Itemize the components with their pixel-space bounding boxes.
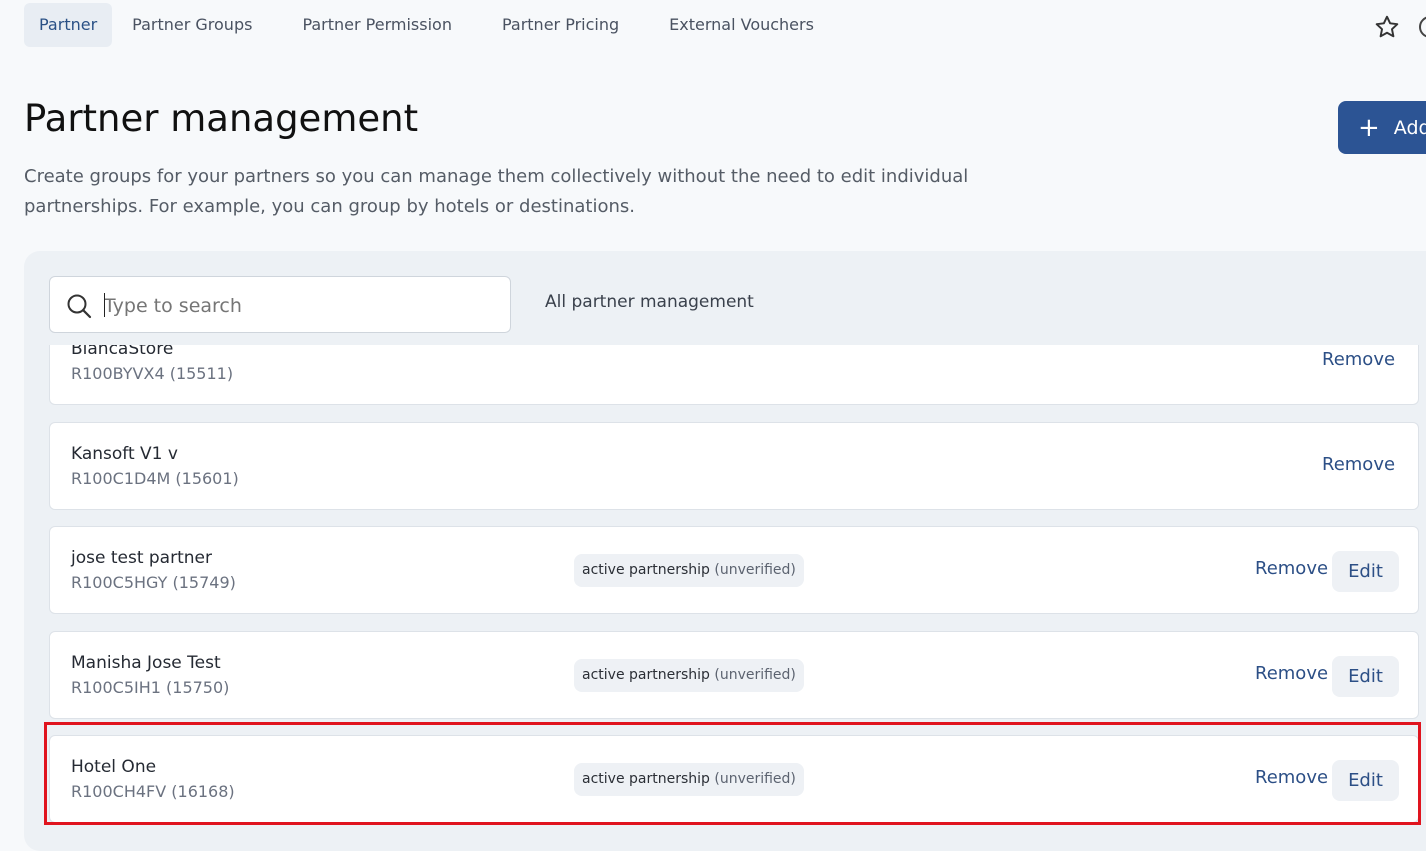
list-item: BlancaStore R100BYVX4 (15511) Remove [49,345,1419,405]
add-button-label: Add [1393,116,1426,139]
top-tabs: Partner Partner Groups Partner Permissio… [24,3,849,47]
page-title: Partner management [24,97,419,140]
partner-list-panel: All partner management BlancaStore R100B… [24,251,1426,851]
tab-partner-pricing[interactable]: Partner Pricing [487,3,634,47]
tab-partner-permission[interactable]: Partner Permission [287,3,467,47]
partner-code: R100BYVX4 (15511) [71,364,234,383]
edit-button[interactable]: Edit [1332,551,1399,592]
partner-list: BlancaStore R100BYVX4 (15511) Remove Kan… [49,345,1421,851]
edit-button[interactable]: Edit [1332,656,1399,697]
list-item: Manisha Jose Test R100C5IH1 (15750) acti… [49,631,1419,719]
list-item: Hotel One R100CH4FV (16168) active partn… [49,735,1419,823]
remove-button[interactable]: Remove [1322,454,1395,475]
remove-button[interactable]: Remove [1322,349,1395,370]
partner-code: R100C5IH1 (15750) [71,678,230,697]
tab-partner-groups[interactable]: Partner Groups [117,3,267,47]
status-badge-sub: (unverified) [714,667,796,683]
status-badge-sub: (unverified) [714,562,796,578]
add-button[interactable]: + Add [1338,101,1426,154]
list-item: jose test partner R100C5HGY (15749) acti… [49,526,1419,614]
plus-icon: + [1358,112,1380,143]
status-badge: active partnership (unverified) [574,554,804,587]
text-cursor [104,293,105,317]
edit-button[interactable]: Edit [1332,760,1399,801]
search-icon [67,294,92,319]
status-badge-label: active partnership [582,562,710,578]
star-icon[interactable] [1374,14,1400,40]
partner-code: R100C5HGY (15749) [71,573,236,592]
status-badge: active partnership (unverified) [574,659,804,692]
filter-label: All partner management [545,292,754,312]
partner-code: R100C1D4M (15601) [71,469,239,488]
partner-name: BlancaStore [71,345,174,359]
partner-name: Manisha Jose Test [71,653,221,673]
search-box[interactable] [49,276,511,333]
page-description: Create groups for your partners so you c… [24,166,969,217]
tab-external-vouchers[interactable]: External Vouchers [654,3,829,47]
help-icon[interactable] [1419,16,1426,38]
tab-partner[interactable]: Partner [24,3,113,47]
partner-name: Hotel One [71,757,157,777]
status-badge-sub: (unverified) [714,771,796,787]
search-input[interactable] [102,287,496,325]
status-badge-label: active partnership [582,667,710,683]
status-badge-label: active partnership [582,771,710,787]
status-badge: active partnership (unverified) [574,763,804,796]
partner-name: jose test partner [71,548,212,568]
partner-name: Kansoft V1 v [71,444,178,464]
remove-button[interactable]: Remove [1255,558,1328,579]
list-item: Kansoft V1 v R100C1D4M (15601) Remove [49,422,1419,510]
partner-code: R100CH4FV (16168) [71,782,235,801]
remove-button[interactable]: Remove [1255,767,1328,788]
remove-button[interactable]: Remove [1255,663,1328,684]
